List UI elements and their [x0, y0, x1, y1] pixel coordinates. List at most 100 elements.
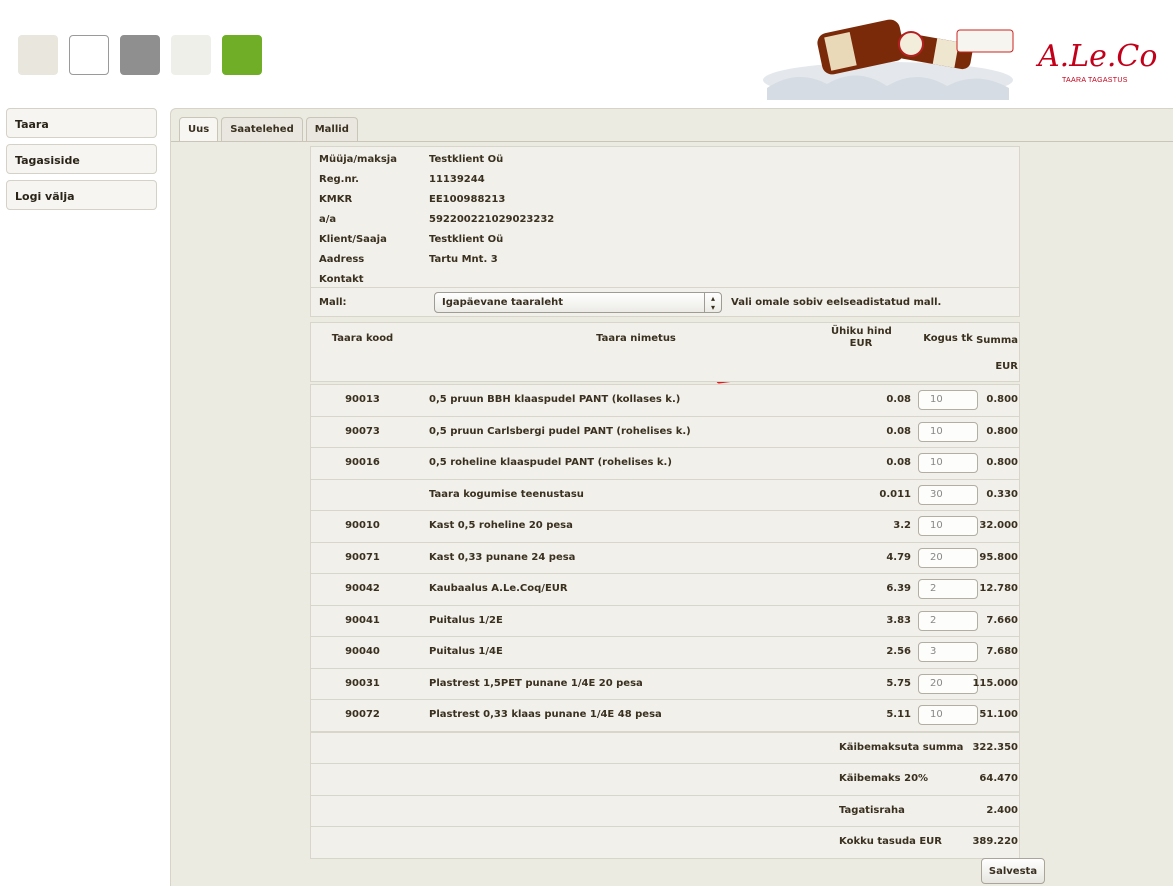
- total-label: Käibemaks 20%: [839, 773, 929, 784]
- row-qty-input[interactable]: 10: [918, 705, 978, 725]
- row-code: 90072: [345, 709, 380, 720]
- total-row: Tagatisraha 2.400: [310, 794, 1020, 827]
- row-code: 90016: [345, 457, 380, 468]
- total-value: 64.470: [979, 773, 1018, 784]
- row-sum: 0.800: [986, 394, 1018, 405]
- info-value: Tartu Mnt. 3: [429, 254, 498, 265]
- table-row: 90013 0,5 pruun BBH klaaspudel PANT (koll…: [310, 384, 1020, 417]
- row-unit-price: 0.08: [886, 394, 911, 405]
- header-unit-price-currency: EUR: [849, 338, 873, 349]
- row-unit-price: 5.75: [886, 677, 911, 689]
- table-row: 90040 Puitalus 1/4E 2.56 3 7.680: [310, 636, 1020, 669]
- row-name: Kast 0,5 roheline 20 pesa: [429, 520, 573, 531]
- total-value: 2.400: [986, 804, 1018, 816]
- row-name: 0,5 pruun BBH klaaspudel PANT (kollases …: [429, 394, 681, 405]
- info-value: 11139244: [429, 174, 485, 185]
- info-label: Reg.nr.: [319, 174, 359, 185]
- select-arrows-icon: ▴ ▾: [704, 293, 721, 312]
- color-swatch: [171, 35, 211, 75]
- total-value: 322.350: [972, 741, 1018, 753]
- row-sum: 51.100: [979, 709, 1018, 720]
- color-swatch: [18, 35, 58, 75]
- table-header: Taara kood Taara nimetus Ühiku hind EUR Kogu…: [310, 322, 1020, 382]
- client-info: Müüja/maksja Testklient Oü Reg.nr. 11139244…: [310, 146, 1020, 288]
- table-row: 90041 Puitalus 1/2E 3.83 2 7.660: [310, 604, 1020, 637]
- row-unit-price: 5.11: [886, 709, 911, 720]
- row-qty-input[interactable]: 10: [918, 390, 978, 410]
- row-sum: 7.680: [986, 646, 1018, 657]
- template-select[interactable]: Igapäevane taaraleht ▴ ▾: [434, 292, 722, 313]
- beer-bottle-image: [763, 19, 1014, 100]
- header-sum: Summa: [976, 335, 1018, 346]
- header-name: Taara nimetus: [596, 333, 676, 344]
- row-sum: 32.000: [979, 520, 1018, 531]
- tab-bar: Uus Saatelehed Mallid: [179, 117, 361, 142]
- template-hint: Vali omale sobiv eelseadistatud mall.: [731, 297, 942, 308]
- row-unit-price: 0.08: [886, 457, 911, 468]
- main-panel: Uus Saatelehed Mallid Müüja/maksja Testkl…: [170, 108, 1173, 886]
- total-label: Käibemaksuta summa: [839, 741, 964, 753]
- row-qty-input[interactable]: 3: [918, 642, 978, 662]
- info-label: Müüja/maksja: [319, 154, 397, 165]
- row-qty-input[interactable]: 30: [918, 484, 978, 505]
- row-unit-price: 0.011: [879, 488, 911, 500]
- row-code: 90010: [345, 520, 380, 531]
- info-label: a/a: [319, 214, 337, 225]
- tab-mallid[interactable]: Mallid: [305, 117, 358, 142]
- logo-script: A.Le.Coq: [1035, 39, 1160, 74]
- table-row: 90010 Kast 0,5 roheline 20 pesa 3.2 10 32.00…: [310, 510, 1020, 543]
- tab-saatelehed[interactable]: Saatelehed: [221, 117, 303, 142]
- header-unit-price-label: Ühiku hind: [831, 326, 892, 337]
- total-value: 389.220: [972, 836, 1018, 847]
- row-code: 90031: [345, 677, 380, 689]
- tab-uus[interactable]: Uus: [179, 117, 219, 142]
- info-value: EE100988213: [429, 194, 506, 205]
- info-value: Testklient Oü: [429, 234, 504, 245]
- sidebar-item-taara[interactable]: Taara: [6, 108, 157, 138]
- row-code: 90042: [345, 583, 380, 594]
- row-qty-input[interactable]: 20: [918, 673, 978, 694]
- color-swatch: [120, 35, 160, 75]
- row-qty-input[interactable]: 2: [918, 579, 978, 599]
- row-name: 0,5 roheline klaaspudel PANT (rohelises …: [429, 457, 672, 468]
- row-name: Kaubaalus A.Le.Coq/EUR: [429, 583, 568, 594]
- info-value: Testklient Oü: [429, 154, 504, 165]
- info-label: Kontakt: [319, 274, 364, 285]
- row-code: 90073: [345, 425, 380, 437]
- row-sum: 115.000: [972, 677, 1018, 689]
- row-qty-input[interactable]: 10: [918, 453, 978, 473]
- header-qty: Kogus tk: [923, 333, 973, 344]
- row-code: 90013: [345, 394, 380, 405]
- total-label: Tagatisraha: [839, 804, 905, 816]
- sidebar: Taara Tagasiside Logi välja: [6, 108, 157, 216]
- row-code: 90040: [345, 646, 380, 657]
- total-row: Käibemaks 20% 64.470: [310, 763, 1020, 796]
- table-row: 90016 0,5 roheline klaaspudel PANT (rohel…: [310, 447, 1020, 480]
- row-qty-input[interactable]: 20: [918, 547, 978, 568]
- row-qty-input[interactable]: 10: [918, 516, 978, 536]
- sidebar-item-logout[interactable]: Logi välja: [6, 180, 157, 210]
- row-sum: 12.780: [979, 583, 1018, 594]
- row-name: Plastrest 1,5PET punane 1/4E 20 pesa: [429, 677, 643, 689]
- row-name: Kast 0,33 punane 24 pesa: [429, 551, 576, 563]
- table-row: 90071 Kast 0,33 punane 24 pesa 4.79 20 95.80…: [310, 541, 1020, 574]
- row-code: 90071: [345, 551, 380, 563]
- template-row: Mall: Igapäevane taaraleht ▴ ▾ Vali omale…: [310, 287, 1020, 317]
- row-qty-input[interactable]: 10: [918, 421, 978, 442]
- table-row: 90042 Kaubaalus A.Le.Coq/EUR 6.39 2 12.780: [310, 573, 1020, 606]
- info-label: Aadress: [319, 254, 365, 265]
- header-sum-currency: EUR: [995, 361, 1018, 372]
- row-qty-input[interactable]: 2: [918, 610, 978, 631]
- row-unit-price: 2.56: [886, 646, 911, 657]
- color-swatches: [18, 35, 273, 75]
- total-row: Kokku tasuda EUR 389.220: [310, 826, 1020, 859]
- tab-divider: [171, 141, 1173, 142]
- template-selected-value: Igapäevane taaraleht: [442, 297, 564, 308]
- sidebar-item-tagasiside[interactable]: Tagasiside: [6, 144, 157, 174]
- row-sum: 0.800: [986, 457, 1018, 468]
- template-label: Mall:: [319, 297, 347, 308]
- row-unit-price: 3.83: [886, 614, 911, 626]
- color-swatch: [69, 35, 109, 75]
- save-button[interactable]: Salvesta: [981, 858, 1045, 884]
- table-row: 90073 0,5 pruun Carlsbergi pudel PANT (ro…: [310, 415, 1020, 448]
